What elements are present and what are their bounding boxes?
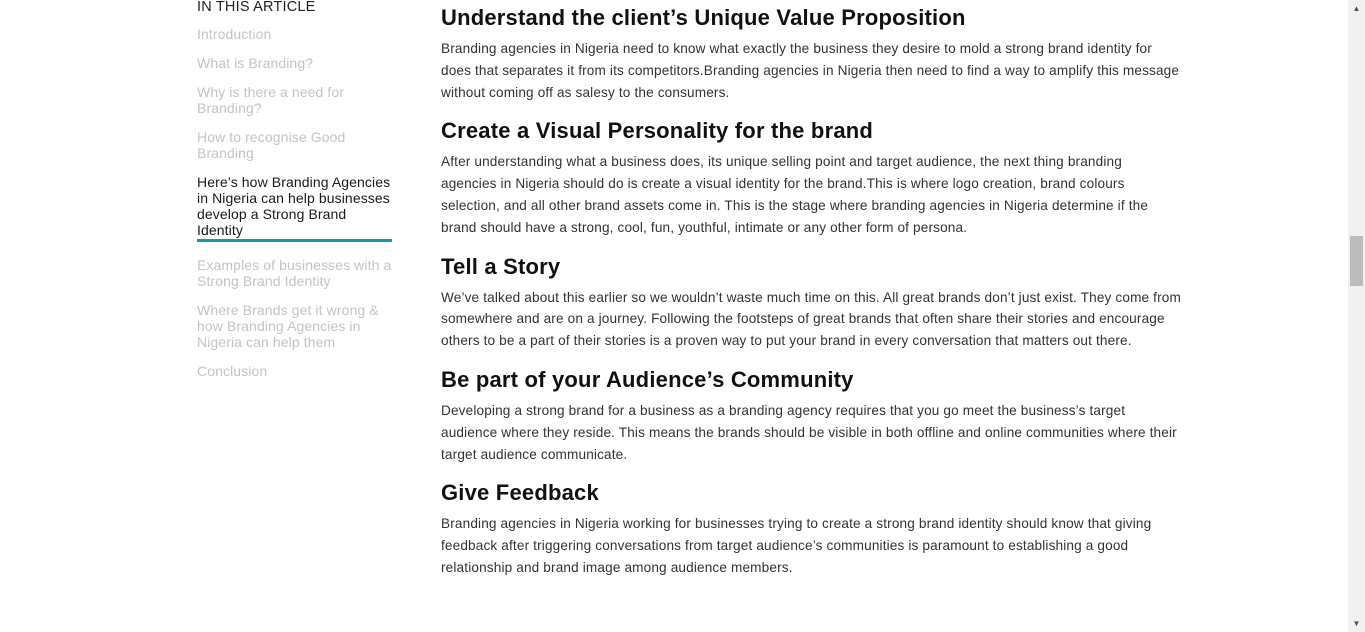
toc-item-where-brands-go-wrong[interactable]: Where Brands get it wrong & how Branding… bbox=[197, 302, 393, 350]
section-heading: Give Feedback bbox=[441, 480, 599, 506]
article-section: Give Feedback Branding agencies in Niger… bbox=[441, 478, 1181, 578]
vertical-scrollbar[interactable]: ▲ ▼ bbox=[1348, 0, 1365, 632]
toc-item-introduction[interactable]: Introduction bbox=[197, 26, 393, 42]
section-heading: Tell a Story bbox=[441, 253, 561, 279]
section-heading: Create a Visual Personality for the bran… bbox=[441, 118, 874, 144]
toc-item-what-is-branding[interactable]: What is Branding? bbox=[197, 55, 393, 71]
toc-list: Introduction What is Branding? Why is th… bbox=[197, 26, 393, 379]
toc-title: IN THIS ARTICLE bbox=[197, 0, 316, 15]
scroll-up-arrow-icon[interactable]: ▲ bbox=[1348, 0, 1365, 17]
section-body: Branding agencies in Nigeria working for… bbox=[441, 516, 1152, 575]
toc-item-how-agencies-help[interactable]: Here’s how Branding Agencies in Nigeria … bbox=[197, 174, 392, 242]
article-section: Understand the client’s Unique Value Pro… bbox=[441, 3, 1181, 103]
section-heading: Be part of your Audience’s Community bbox=[441, 366, 854, 392]
article-section: Be part of your Audience’s Community Dev… bbox=[441, 365, 1181, 465]
section-body: We’ve talked about this earlier so we wo… bbox=[441, 289, 1181, 349]
toc-item-conclusion[interactable]: Conclusion bbox=[197, 363, 393, 379]
section-body: Developing a strong brand for a business… bbox=[441, 402, 1177, 462]
scroll-down-arrow-icon[interactable]: ▼ bbox=[1348, 615, 1365, 632]
table-of-contents: IN THIS ARTICLE Introduction What is Bra… bbox=[197, 0, 393, 392]
toc-item-recognise-good-branding[interactable]: How to recognise Good Branding bbox=[197, 129, 393, 161]
article-section: Tell a Story We’ve talked about this ear… bbox=[441, 252, 1181, 352]
article-content: Understand the client’s Unique Value Pro… bbox=[441, 3, 1181, 592]
scrollbar-thumb[interactable] bbox=[1350, 236, 1363, 287]
section-heading: Understand the client’s Unique Value Pro… bbox=[441, 5, 966, 30]
toc-item-why-need-for-branding[interactable]: Why is there a need for Branding? bbox=[197, 84, 393, 116]
article-section: Create a Visual Personality for the bran… bbox=[441, 116, 1181, 238]
section-body: Branding agencies in Nigeria need to kno… bbox=[441, 41, 1180, 100]
section-body: After understanding what a business does… bbox=[441, 154, 1149, 235]
toc-item-examples[interactable]: Examples of businesses with a Strong Bra… bbox=[197, 257, 393, 289]
